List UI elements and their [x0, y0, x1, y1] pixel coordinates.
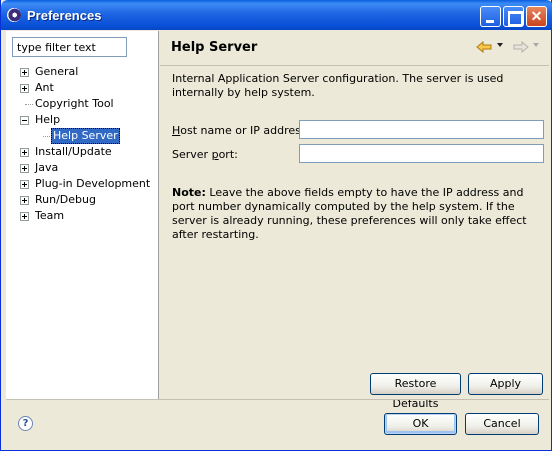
- window-title: Preferences: [27, 8, 102, 23]
- tree-item-label: Java: [35, 161, 59, 174]
- tree-item-team[interactable]: Team: [17, 208, 157, 224]
- tree-item-help[interactable]: Help: [17, 112, 157, 128]
- arrow-left-icon[interactable]: [476, 41, 492, 53]
- tree-item-run-debug[interactable]: Run/Debug: [17, 192, 157, 208]
- page-title: Help Server: [171, 40, 258, 55]
- note-label: Note:: [172, 186, 206, 199]
- tree-item-label: Help Server: [51, 128, 120, 144]
- tree-item-label: Install/Update: [35, 145, 112, 158]
- port-label-mnemonic: p: [211, 148, 219, 161]
- cancel-button[interactable]: Cancel: [465, 413, 539, 435]
- note-body: Leave the above fields empty to have the…: [172, 186, 527, 241]
- tree-item-general[interactable]: General: [17, 64, 157, 80]
- ok-button[interactable]: OK: [384, 413, 457, 435]
- tree-item-label: Copyright Tool: [35, 97, 114, 110]
- expand-icon[interactable]: [20, 84, 29, 93]
- preferences-window: Preferences ✕ General Ant Copyright Tool…: [0, 0, 552, 451]
- expand-icon[interactable]: [20, 68, 29, 77]
- host-label-text: ost name or IP address:: [180, 124, 311, 137]
- page-header: Help Server: [160, 31, 549, 66]
- minimize-button[interactable]: [480, 6, 501, 27]
- tree-item-label: Plug-in Development: [35, 177, 151, 190]
- filter-input[interactable]: [12, 37, 127, 57]
- close-icon: ✕: [530, 8, 543, 24]
- port-label: Server port:: [172, 148, 238, 161]
- tree-item-install-update[interactable]: Install/Update: [17, 144, 157, 160]
- host-label: Host name or IP address:: [172, 124, 310, 137]
- tree-item-help-server[interactable]: Help Server: [17, 128, 157, 144]
- help-icon[interactable]: ?: [18, 416, 33, 431]
- expand-icon[interactable]: [20, 196, 29, 205]
- host-field[interactable]: [299, 120, 544, 139]
- tree-item-java[interactable]: Java: [17, 160, 157, 176]
- tree-item-label: Team: [35, 209, 65, 222]
- restore-defaults-button[interactable]: Restore Defaults: [370, 373, 461, 410]
- note-text: Note: Leave the above fields empty to ha…: [172, 186, 544, 242]
- expand-icon[interactable]: [20, 148, 29, 157]
- close-button[interactable]: ✕: [526, 6, 547, 27]
- collapse-icon[interactable]: [20, 116, 29, 125]
- tree-item-label: Help: [35, 113, 61, 126]
- eclipse-icon: [7, 8, 21, 22]
- expand-icon[interactable]: [20, 212, 29, 221]
- port-label-text: Server: [172, 148, 212, 161]
- preference-tree: General Ant Copyright Tool Help Help Ser…: [17, 64, 157, 224]
- tree-item-label: General: [35, 65, 79, 78]
- tree-item-ant[interactable]: Ant: [17, 80, 157, 96]
- forward-dropdown-icon: [533, 43, 539, 47]
- page-description: Internal Application Server configuratio…: [172, 72, 504, 99]
- apply-button[interactable]: Apply: [468, 373, 543, 395]
- tree-connector: [25, 104, 33, 105]
- tree-item-copyright-tool[interactable]: Copyright Tool: [17, 96, 157, 112]
- expand-icon[interactable]: [20, 180, 29, 189]
- tree-item-label: Run/Debug: [35, 193, 96, 206]
- expand-icon[interactable]: [20, 164, 29, 173]
- back-dropdown-icon[interactable]: [497, 43, 503, 47]
- tree-item-label: Ant: [35, 81, 54, 94]
- arrow-right-icon: [513, 41, 529, 53]
- port-label-rest: ort:: [218, 148, 238, 161]
- tree-item-plugin-development[interactable]: Plug-in Development: [17, 176, 157, 192]
- maximize-button[interactable]: [503, 6, 524, 27]
- port-field[interactable]: [299, 144, 544, 163]
- footer-divider: [6, 399, 549, 400]
- title-bar[interactable]: Preferences ✕: [1, 0, 552, 30]
